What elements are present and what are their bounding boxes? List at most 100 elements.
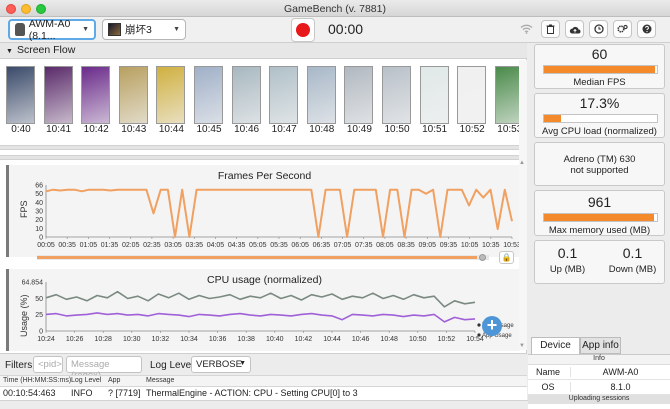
x-tick-label: 10:53 xyxy=(503,242,520,249)
x-tick-label: 10:36 xyxy=(209,336,227,343)
x-tick-label: 07:35 xyxy=(355,242,373,249)
cpu-load-bar-fill xyxy=(544,115,561,122)
download-label: Down (MB) xyxy=(608,264,657,275)
screenshot-thumbnail[interactable] xyxy=(382,66,411,124)
scroll-up-arrow-icon[interactable]: ▲ xyxy=(519,160,525,166)
upload-label: Up (MB) xyxy=(549,264,586,275)
log-level-select[interactable]: VERBOSE ▼ xyxy=(191,356,251,373)
chevron-down-icon: ▼ xyxy=(173,26,180,33)
screenshot-thumbnail[interactable] xyxy=(194,66,223,124)
screenshot-thumbnail[interactable] xyxy=(81,66,111,124)
y-tick-label: 50 xyxy=(35,191,43,198)
column-header-log-level[interactable]: Log Level xyxy=(71,377,101,384)
help-icon xyxy=(642,24,651,34)
log-table-header: Time (HH:MM:SS:ms) Log Level App Message xyxy=(0,375,527,387)
android-icon xyxy=(15,23,25,36)
x-tick-label: 10:28 xyxy=(94,336,112,343)
column-header-app[interactable]: App xyxy=(108,377,120,384)
main-scrollbar[interactable] xyxy=(519,60,527,350)
screenshot-time-label: 10:45 xyxy=(196,124,222,135)
x-tick-label: 10:34 xyxy=(180,336,198,343)
title-bar: GameBench (v. 7881) xyxy=(0,0,670,17)
x-tick-label: 01:05 xyxy=(80,242,98,249)
x-tick-label: 01:35 xyxy=(101,242,119,249)
screenshot-time-label: 10:50 xyxy=(384,124,410,135)
pid-filter-input[interactable]: <pid> xyxy=(33,356,63,373)
tab-device-info[interactable]: Device info xyxy=(531,337,580,366)
x-tick-label: 10:26 xyxy=(66,336,84,343)
screenshot-thumbnail[interactable] xyxy=(156,66,186,124)
record-icon xyxy=(296,23,310,37)
game-dropdown[interactable]: 崩坏3 ▼ xyxy=(102,19,186,40)
record-button[interactable] xyxy=(291,18,315,42)
y-tick-label: 25 xyxy=(35,312,43,319)
screenshot-thumbnail[interactable] xyxy=(344,66,374,124)
settings-button[interactable] xyxy=(613,20,632,38)
column-header-message[interactable]: Message xyxy=(146,377,174,384)
cpu-chart: 64.854 50 25 010:24 10:26 10:28 10:30 10:32 10:3… xyxy=(22,280,515,344)
wifi-icon[interactable] xyxy=(517,20,536,38)
x-tick-label: 03:35 xyxy=(186,242,204,249)
table-row: Name AWM-A0 xyxy=(528,365,670,380)
gpu-name: Adreno (TM) 630 xyxy=(563,154,636,165)
screenshot-thumbnail[interactable] xyxy=(419,66,449,124)
max-memory-value: 961 xyxy=(587,194,612,210)
screenshot-thumbnail[interactable] xyxy=(269,66,299,124)
x-tick-label: 10:52 xyxy=(438,336,456,343)
screen-flow-title: Screen Flow xyxy=(16,44,76,56)
column-header-time[interactable]: Time (HH:MM:SS:ms) xyxy=(3,377,71,384)
screen-flow-header[interactable]: ▼ Screen Flow xyxy=(0,43,527,59)
panel-divider[interactable] xyxy=(0,145,527,150)
table-row: OS 8.1.0 xyxy=(528,380,670,395)
x-tick-label: 10:05 xyxy=(461,242,479,249)
x-tick-label: 10:48 xyxy=(380,336,398,343)
scroll-down-arrow-icon[interactable]: ▼ xyxy=(519,343,525,349)
screenshot-thumbnail[interactable] xyxy=(457,66,487,124)
add-button[interactable]: + xyxy=(482,316,502,336)
max-memory-bar-fill xyxy=(544,214,654,221)
x-tick-label: 05:05 xyxy=(249,242,267,249)
screenshot-time-label: 10:46 xyxy=(234,124,260,135)
table-row[interactable]: 00:10:54:463 INFO ? [7719] ThermalEngine… xyxy=(0,387,527,400)
y-tick-label: 40 xyxy=(35,200,43,207)
device-dropdown[interactable]: AWM-A0 (8.1... ▼ xyxy=(8,17,96,42)
help-button[interactable] xyxy=(637,20,656,38)
max-memory-bar xyxy=(543,213,658,222)
screenshot-thumbnail[interactable] xyxy=(231,66,261,124)
panel-divider[interactable] xyxy=(0,155,527,160)
max-memory-label: Max memory used (MB) xyxy=(548,225,651,236)
device-os-value: 8.1.0 xyxy=(570,382,670,392)
message-filter-input[interactable]: Message (regex) xyxy=(66,356,142,381)
tab-app-info[interactable]: App info xyxy=(580,337,621,354)
timeline-handle[interactable] xyxy=(479,254,486,261)
history-button[interactable] xyxy=(589,20,608,38)
x-tick-label: 08:35 xyxy=(397,242,415,249)
main-panel: ▼ Screen Flow 0:40 10:41 10:42 10:43 10:44 10:… xyxy=(0,43,527,353)
series-line-app-usage xyxy=(45,312,476,323)
screenshot-time-label: 10:42 xyxy=(83,124,109,135)
x-tick-label: 10:50 xyxy=(409,336,427,343)
screenshot-thumbnail[interactable] xyxy=(6,66,35,124)
device-name-value: AWM-A0 xyxy=(570,367,670,377)
window-title: GameBench (v. 7881) xyxy=(284,3,386,15)
series-line-total-usage xyxy=(45,290,476,308)
median-fps-bar-fill xyxy=(544,66,655,73)
x-tick-label: 10:46 xyxy=(352,336,370,343)
screenshot-thumbnail[interactable] xyxy=(43,66,73,124)
gpu-status: not supported xyxy=(570,165,629,176)
lock-icon: 🔒 xyxy=(501,253,512,262)
y-tick-label: 10 xyxy=(35,226,43,233)
screenshot-thumbnail[interactable] xyxy=(118,66,148,124)
cloud-upload-icon xyxy=(569,26,580,33)
lock-button[interactable]: 🔒 xyxy=(499,251,514,264)
device-dropdown-label: AWM-A0 (8.1... xyxy=(28,17,71,42)
x-tick-label: 05:35 xyxy=(270,242,288,249)
screenshot-thumbnail[interactable] xyxy=(306,66,336,124)
series-line-fps xyxy=(45,188,513,238)
screenshot-time-label: 10:51 xyxy=(422,124,448,135)
network-card: 0.1 Up (MB) 0.1 Down (MB) xyxy=(534,240,665,284)
upload-button[interactable] xyxy=(565,20,584,38)
delete-button[interactable] xyxy=(541,20,560,38)
settings-icon xyxy=(617,24,628,33)
game-dropdown-label: 崩坏3 xyxy=(125,24,152,36)
